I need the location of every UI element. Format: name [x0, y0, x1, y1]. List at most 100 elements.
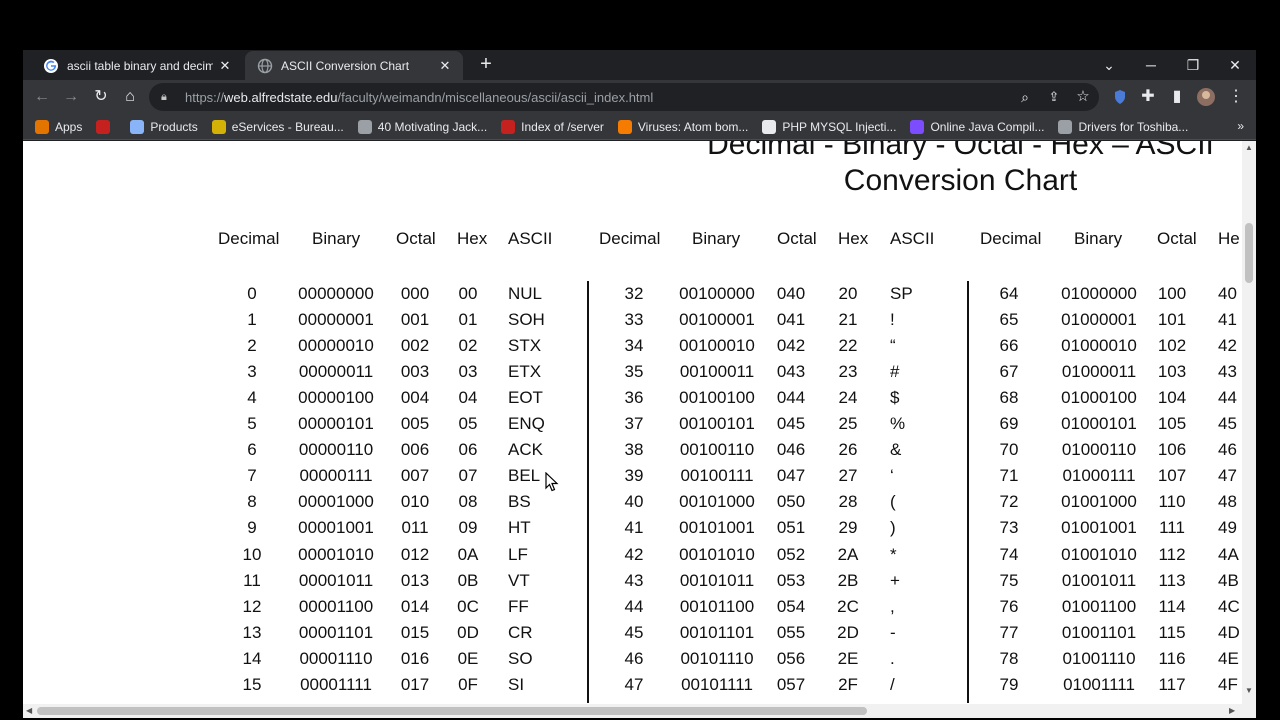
table-cell: 117: [1158, 674, 1186, 694]
zoom-icon[interactable]: ⌕: [1013, 85, 1037, 109]
table-cell: !: [890, 310, 895, 330]
column-header: Binary: [1074, 229, 1123, 248]
avatar[interactable]: [1194, 85, 1218, 109]
table-cell: 4C: [1218, 596, 1240, 616]
table-cell: #: [890, 362, 900, 382]
bookmark-item[interactable]: [96, 119, 116, 134]
bookmark-item[interactable]: Online Java Compil...: [910, 119, 1045, 134]
table-cell: SP: [890, 284, 913, 303]
tab-ascii-chart[interactable]: ASCII Conversion Chart ✕: [245, 51, 463, 80]
globe-icon: [357, 119, 372, 134]
table-cell: *: [890, 544, 897, 564]
bookmark-label: Viruses: Atom bom...: [637, 119, 749, 134]
vertical-scrollbar[interactable]: ▲ ▼: [1242, 141, 1256, 718]
column-header: Octal: [396, 229, 436, 248]
home-icon[interactable]: ⌂: [118, 85, 142, 109]
back-icon[interactable]: ←: [30, 85, 54, 109]
table-cell: NUL: [508, 284, 543, 303]
window-close-icon[interactable]: ✕: [1220, 54, 1250, 76]
column-header: Binary: [692, 229, 741, 248]
tab-title: ASCII Conversion Chart: [281, 58, 410, 73]
extensions-puzzle-icon[interactable]: ✚: [1136, 85, 1160, 109]
table-cell: 4F: [1218, 674, 1238, 694]
bookmark-item[interactable]: Drivers for Toshiba...: [1058, 119, 1188, 134]
bookmark-label: 40 Motivating Jack...: [377, 119, 488, 134]
tab-search-icon[interactable]: ⌄: [1094, 54, 1124, 76]
scroll-up-icon[interactable]: ▲: [1245, 143, 1253, 152]
bookmark-item[interactable]: 40 Motivating Jack...: [357, 119, 488, 134]
new-tab-button[interactable]: +: [475, 54, 497, 76]
table-cell: 105: [1157, 414, 1187, 434]
horizontal-scroll-thumb[interactable]: [37, 707, 867, 715]
table-cell: 48: [1218, 492, 1237, 512]
bookmark-item[interactable]: eServices - Bureau...: [211, 119, 344, 134]
table-cell: 4E: [1218, 648, 1239, 668]
vertical-scroll-thumb[interactable]: [1245, 223, 1253, 283]
bookmark-item[interactable]: Apps: [35, 119, 83, 134]
table-cell: SOH: [508, 310, 545, 330]
table-cell: ETX: [508, 362, 542, 382]
table-cell: (: [890, 492, 896, 512]
page-title: Decimal - Binary - Octal - Hex – ASCII C…: [707, 141, 1214, 197]
tab-ascii-search[interactable]: ascii table binary and decimal - G ✕: [31, 51, 243, 80]
close-icon[interactable]: ✕: [217, 58, 233, 74]
table-cell: FF: [508, 596, 529, 616]
scroll-down-icon[interactable]: ▼: [1245, 686, 1253, 695]
scroll-right-icon[interactable]: ▶: [1229, 706, 1235, 715]
table-cell: $: [890, 388, 900, 408]
table-cell: 41: [1218, 310, 1237, 330]
table-cell: +: [890, 570, 900, 590]
close-icon[interactable]: ✕: [437, 58, 453, 74]
bookmark-item[interactable]: Index of /server: [501, 119, 604, 134]
column-header: He: [1218, 229, 1240, 248]
column-header: ASCII: [890, 229, 935, 248]
extension-shield-icon[interactable]: [1108, 85, 1132, 109]
menu-kebab-icon[interactable]: ⋮: [1224, 85, 1248, 109]
globe-icon: [257, 58, 273, 74]
minimize-icon[interactable]: ─: [1136, 54, 1166, 76]
table-cell: 45: [1218, 414, 1237, 434]
table-cell: %: [890, 414, 906, 434]
bookmark-item[interactable]: Viruses: Atom bom...: [617, 119, 749, 134]
bookmarks-overflow-icon[interactable]: »: [1237, 119, 1244, 133]
table-cell: 107: [1157, 466, 1187, 486]
table-cell: CR: [508, 622, 533, 642]
tab-title: ascii table binary and decimal - G: [67, 58, 213, 73]
bookmark-label: Apps: [55, 119, 83, 134]
bookmark-item[interactable]: Products: [130, 119, 198, 134]
bookmark-label: Index of /server: [521, 119, 604, 134]
forward-icon[interactable]: →: [59, 85, 83, 109]
horizontal-scrollbar[interactable]: ◀ ▶: [23, 704, 1242, 718]
table-cell: 47: [1218, 466, 1237, 486]
toolbar: ← → ↻ ⌂ 🔒︎ https://web.alfredstate.edu/f…: [23, 80, 1256, 114]
bookmark-label: Products: [150, 119, 198, 134]
address-bar[interactable]: 🔒︎ https://web.alfredstate.edu/faculty/w…: [149, 83, 1099, 111]
table-cell: ENQ: [508, 414, 545, 434]
scroll-left-icon[interactable]: ◀: [26, 706, 32, 715]
column-divider: [967, 281, 969, 703]
table-cell: BEL: [508, 466, 541, 486]
bookmark-label: PHP MYSQL Injecti...: [782, 119, 897, 134]
bookmark-star-icon[interactable]: ☆: [1071, 85, 1095, 109]
restore-icon[interactable]: ❐: [1178, 54, 1208, 76]
table-cell: 102: [1157, 336, 1187, 356]
reload-icon[interactable]: ↻: [89, 85, 113, 109]
bookmark-item[interactable]: PHP MYSQL Injecti...: [762, 119, 897, 134]
browser-window: ascii table binary and decimal - G ✕ ASC…: [23, 50, 1256, 718]
column-header: Decimal: [218, 229, 280, 248]
table-cell: EOT: [508, 388, 543, 408]
table-cell: 40: [1218, 284, 1237, 303]
column-header: Decimal: [599, 229, 661, 248]
share-icon[interactable]: ⇪: [1042, 85, 1066, 109]
bookmark-label: eServices - Bureau...: [231, 119, 344, 134]
table-cell: 115: [1158, 622, 1186, 642]
bookmark-label: Online Java Compil...: [930, 119, 1045, 134]
url-text: https://web.alfredstate.edu/faculty/weim…: [185, 89, 654, 105]
table-cell: ,: [890, 596, 895, 616]
table-cell: &: [890, 440, 902, 460]
apps-grid-icon: [35, 119, 49, 134]
table-cell: “: [890, 336, 896, 356]
table-cell: 42: [1218, 336, 1237, 356]
side-panel-icon[interactable]: ▮: [1165, 85, 1189, 109]
table-cell: ACK: [508, 440, 543, 460]
